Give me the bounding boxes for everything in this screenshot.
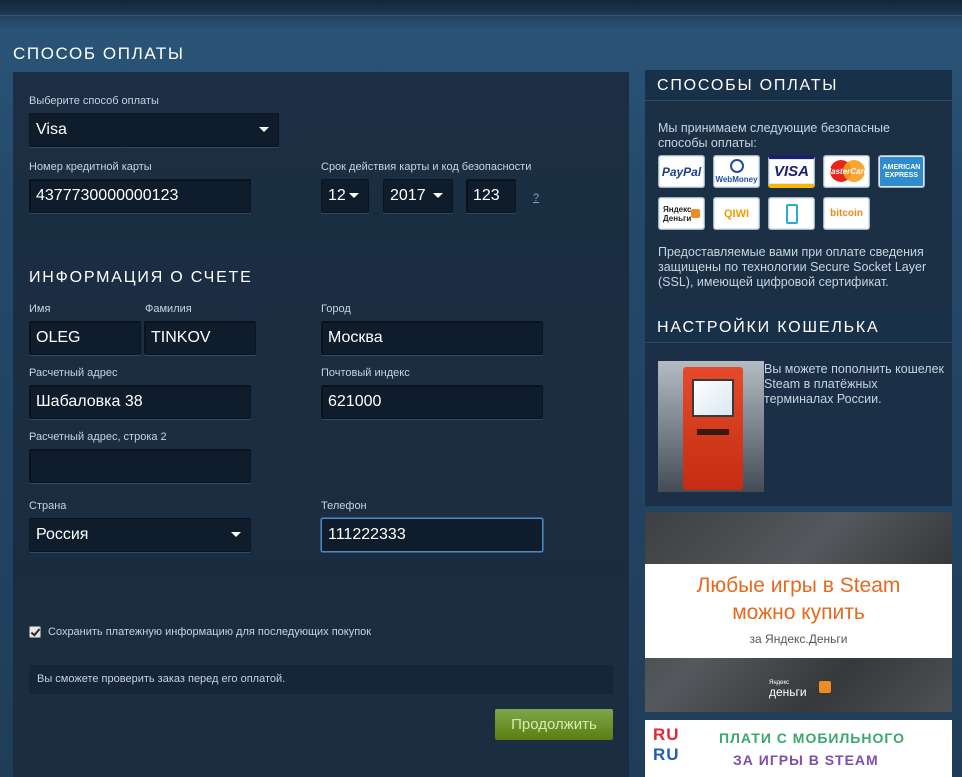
payment-method-select[interactable]: Visa [29,113,279,147]
yandex-money-logo-icon: Яндекс Деньги [658,197,705,230]
last-name-label: Фамилия [145,303,192,315]
country-select[interactable]: Россия [29,518,251,552]
cvv-input[interactable]: 123 [466,179,516,213]
ruru-logo: RU RU [653,725,680,764]
terminal-screen [692,379,734,417]
city-label: Город [321,303,351,315]
card-number-input[interactable]: 4377730000000123 [29,179,251,213]
ruru-banner[interactable]: RU RU ПЛАТИ С МОБИЛЬНОГО ЗА ИГРЫ В STEAM [645,720,952,777]
payment-methods-panel: СПОСОБЫ ОПЛАТЫ Мы принимаем следующие бе… [645,70,952,306]
save-info-label[interactable]: Сохранить платежную информацию для после… [48,626,371,638]
banner-line-3: за Яндекс.Деньги [749,632,848,646]
phone-label: Телефон [321,500,367,512]
terminal-image [658,361,764,492]
phone-input[interactable]: 111222333 [321,518,543,552]
chevron-down-icon [433,193,443,198]
billing-section-title: ИНФОРМАЦИЯ О СЧЕТЕ [29,269,253,286]
paypal-logo-icon: PayPal [658,155,705,188]
mobile-payment-logo-icon [768,197,815,230]
expiry-month-value: 12 [328,187,346,204]
yandex-money-banner[interactable]: Любые игры в Steam можно купить за Яндек… [645,512,952,712]
city-input[interactable]: Москва [321,321,543,355]
banner-line-2: можно купить [732,601,865,624]
address2-label: Расчетный адрес, строка 2 [29,431,167,443]
review-notice: Вы сможете проверить заказ перед его опл… [29,665,613,694]
cvv-help-link[interactable]: ? [533,192,539,204]
webmoney-logo-icon: WebMoney [713,155,760,188]
address2-input[interactable] [29,449,251,483]
save-info-checkbox[interactable] [29,626,41,638]
ssl-text: Предоставляемые вами при оплате сведения… [658,245,927,289]
payment-methods-text: Мы принимаем следующие безопасные способ… [658,121,890,150]
expiry-year-value: 2017 [390,187,426,204]
expiry-label: Срок действия карты и код безопасности [321,161,532,173]
page-title: СПОСОБ ОПЛАТЫ [13,44,185,63]
address-label: Расчетный адрес [29,367,118,379]
payment-method-label: Выберите способ оплаты [29,95,159,107]
payment-method-value: Visa [36,121,67,138]
globe-icon [729,159,744,173]
first-name-input[interactable]: OLEG [29,321,141,355]
yandex-money-logo: Яндекс деньги [769,679,839,703]
chevron-down-icon [259,127,269,132]
bitcoin-logo-icon: bitcoin [823,197,870,230]
zip-input[interactable]: 621000 [321,385,543,419]
banner-line-1: Любые игры в Steam [696,574,901,597]
ruru-line-1: ПЛАТИ С МОБИЛЬНОГО [719,730,906,746]
chevron-down-icon [231,532,241,537]
chevron-down-icon [349,193,359,198]
purse-icon [819,681,831,693]
country-label: Страна [29,500,67,512]
top-bar [0,0,962,16]
terminal-slot [697,429,729,435]
payment-methods-title: СПОСОБЫ ОПЛАТЫ [645,70,952,101]
country-value: Россия [36,526,89,543]
phone-icon [785,203,798,224]
card-number-label: Номер кредитной карты [29,161,152,173]
zip-label: Почтовый индекс [321,367,410,379]
terminal-body [683,367,743,490]
payment-form-panel: Выберите способ оплаты Visa Номер кредит… [13,72,629,777]
wallet-text: Вы можете пополнить кошелек Steam в плат… [764,362,945,406]
address-input[interactable]: Шабаловка 38 [29,385,251,419]
wallet-title: НАСТРОЙКИ КОШЕЛЬКА [645,312,952,343]
banner-white-band: Любые игры в Steam можно купить за Яндек… [645,564,952,658]
amex-logo-icon: AMERICAN EXPRESS [878,155,925,188]
expiry-year-select[interactable]: 2017 [383,179,453,213]
wallet-panel: НАСТРОЙКИ КОШЕЛЬКА Вы можете пополнить к… [645,306,952,506]
visa-logo-icon: VISA [768,155,815,188]
continue-button[interactable]: Продолжить [495,709,613,740]
qiwi-logo-icon: QIWI [713,197,760,230]
purse-icon [691,209,700,218]
first-name-label: Имя [29,303,51,315]
last-name-input[interactable]: TINKOV [144,321,256,355]
ruru-line-2: ЗА ИГРЫ В STEAM [733,752,879,768]
expiry-month-select[interactable]: 12 [321,179,369,213]
mastercard-logo-icon: MasterCard [823,155,870,188]
